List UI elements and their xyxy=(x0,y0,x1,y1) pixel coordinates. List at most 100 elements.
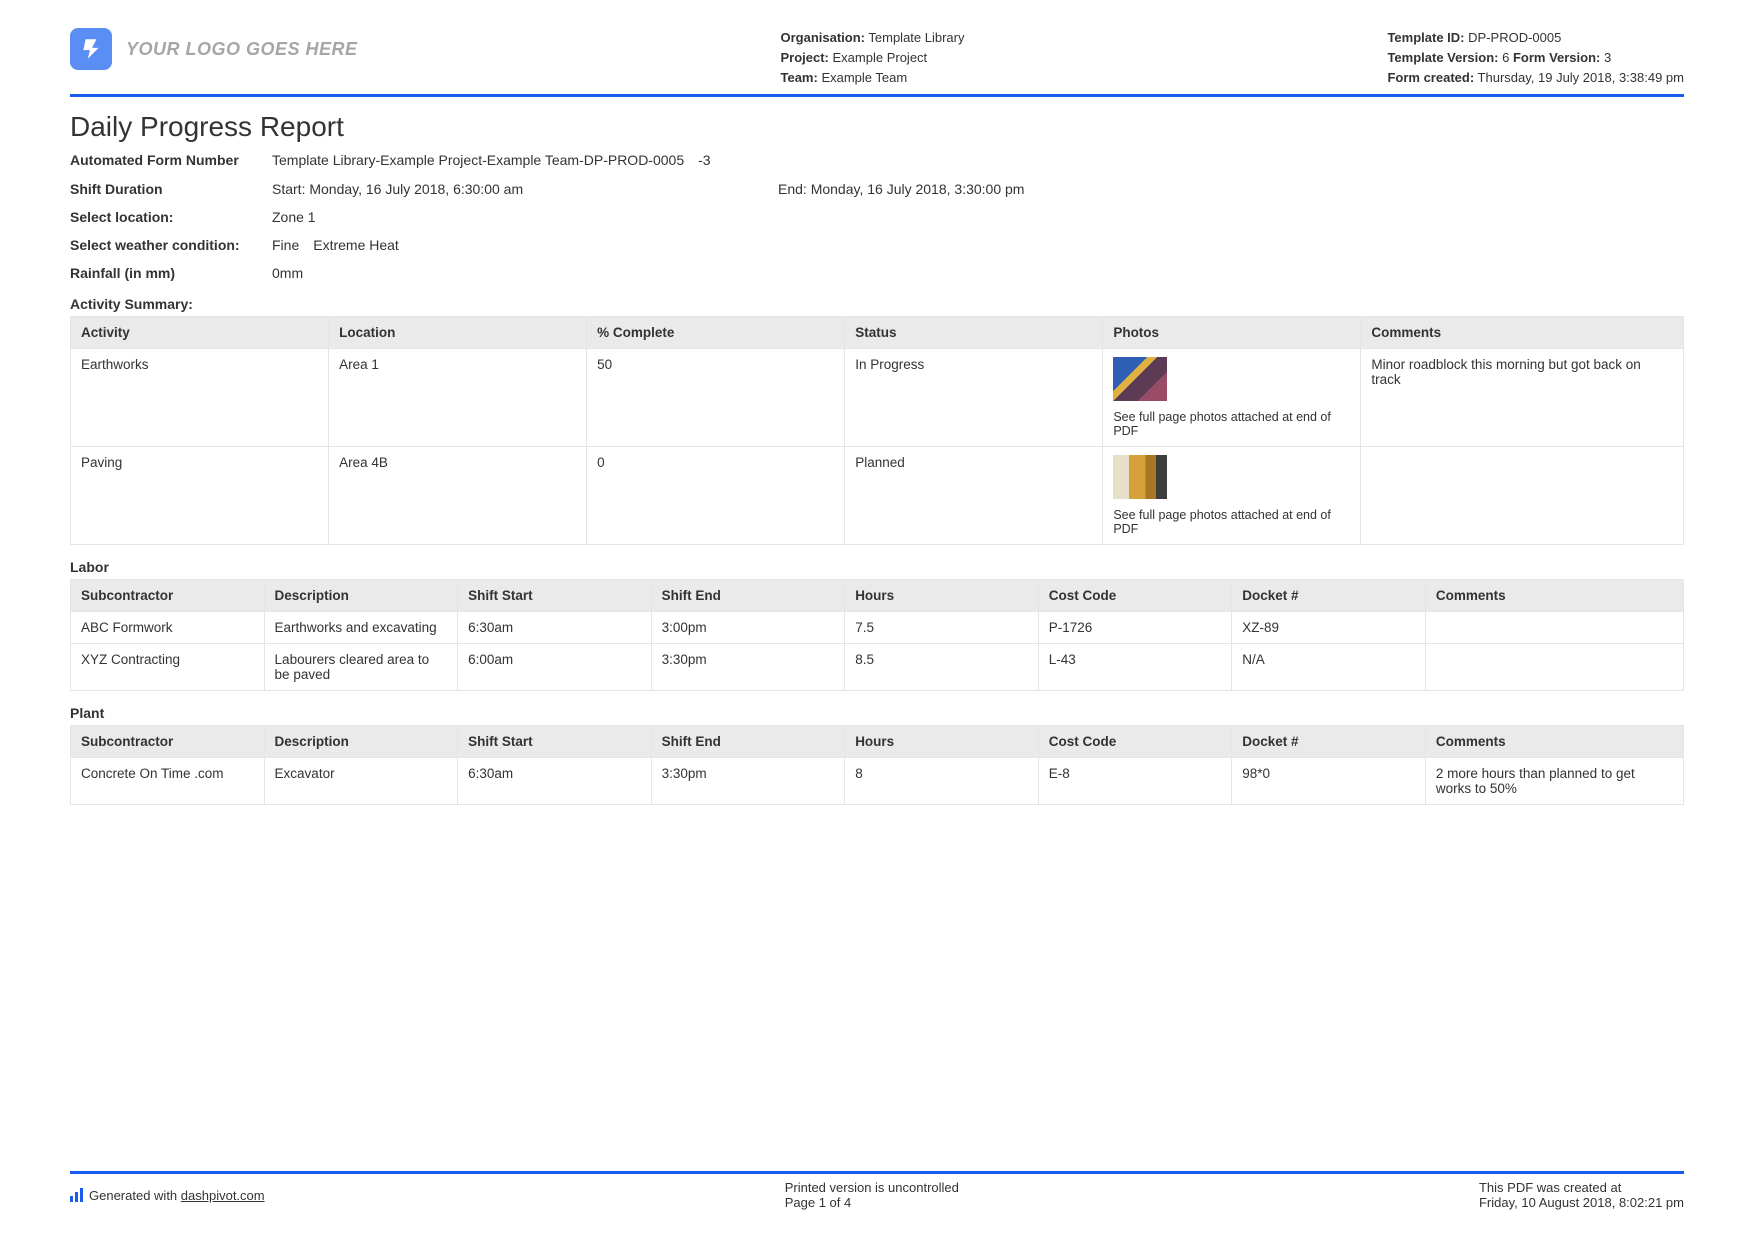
th-hours: Hours xyxy=(845,580,1039,612)
document-footer: Generated with dashpivot.com Printed ver… xyxy=(70,1171,1684,1210)
cell-activity: Earthworks xyxy=(71,349,329,447)
photo-note: See full page photos attached at end of … xyxy=(1113,410,1350,438)
cell-desc: Labourers cleared area to be paved xyxy=(264,644,458,691)
team-value: Example Team xyxy=(821,70,907,85)
labor-table: Subcontractor Description Shift Start Sh… xyxy=(70,579,1684,691)
logo-block: YOUR LOGO GOES HERE xyxy=(70,28,358,70)
field-form-number: Automated Form Number Template Library-E… xyxy=(70,151,1684,169)
cell-desc: Earthworks and excavating xyxy=(264,612,458,644)
th-location: Location xyxy=(329,317,587,349)
th-docket: Docket # xyxy=(1232,726,1426,758)
th-sub: Subcontractor xyxy=(71,726,265,758)
field-rainfall: Rainfall (in mm) 0mm xyxy=(70,264,1684,282)
th-pct: % Complete xyxy=(587,317,845,349)
cell-cost: E-8 xyxy=(1038,758,1232,805)
form-number-value: Template Library-Example Project-Example… xyxy=(272,151,1684,169)
footer-generated: Generated with dashpivot.com xyxy=(70,1180,265,1210)
cell-location: Area 4B xyxy=(329,447,587,545)
table-row: ABC Formwork Earthworks and excavating 6… xyxy=(71,612,1684,644)
cell-end: 3:00pm xyxy=(651,612,845,644)
form-created-value: Thursday, 19 July 2018, 3:38:49 pm xyxy=(1478,70,1684,85)
form-created-label: Form created: xyxy=(1387,70,1474,85)
cell-hours: 7.5 xyxy=(845,612,1039,644)
cell-status: In Progress xyxy=(845,349,1103,447)
footer-center: Printed version is uncontrolled Page 1 o… xyxy=(785,1180,959,1210)
photo-thumbnail-icon xyxy=(1113,357,1167,401)
document-header: YOUR LOGO GOES HERE Organisation: Templa… xyxy=(70,28,1684,97)
field-location: Select location: Zone 1 xyxy=(70,208,1684,226)
team-label: Team: xyxy=(780,70,817,85)
template-version-label: Template Version: xyxy=(1387,50,1498,65)
project-value: Example Project xyxy=(833,50,928,65)
cell-comments xyxy=(1425,644,1683,691)
th-start: Shift Start xyxy=(458,580,652,612)
th-desc: Description xyxy=(264,726,458,758)
cell-end: 3:30pm xyxy=(651,758,845,805)
th-hours: Hours xyxy=(845,726,1039,758)
th-comments: Comments xyxy=(1361,317,1684,349)
cell-hours: 8.5 xyxy=(845,644,1039,691)
org-label: Organisation: xyxy=(780,30,865,45)
footer-created: This PDF was created at Friday, 10 Augus… xyxy=(1479,1180,1684,1210)
weather-value: Fine Extreme Heat xyxy=(272,236,1684,254)
form-version-label: Form Version: xyxy=(1513,50,1600,65)
table-row: XYZ Contracting Labourers cleared area t… xyxy=(71,644,1684,691)
cell-desc: Excavator xyxy=(264,758,458,805)
plant-table: Subcontractor Description Shift Start Sh… xyxy=(70,725,1684,805)
bars-icon xyxy=(70,1188,83,1202)
weather-label: Select weather condition: xyxy=(70,236,272,254)
photo-note: See full page photos attached at end of … xyxy=(1113,508,1350,536)
cell-docket: 98*0 xyxy=(1232,758,1426,805)
photo-thumbnail-icon xyxy=(1113,455,1167,499)
location-value: Zone 1 xyxy=(272,208,1684,226)
cell-photos: See full page photos attached at end of … xyxy=(1103,447,1361,545)
table-row: Paving Area 4B 0 Planned See full page p… xyxy=(71,447,1684,545)
th-comments: Comments xyxy=(1425,726,1683,758)
labor-header-row: Subcontractor Description Shift Start Sh… xyxy=(71,580,1684,612)
meta-center: Organisation: Template Library Project: … xyxy=(780,28,964,88)
location-label: Select location: xyxy=(70,208,272,226)
th-end: Shift End xyxy=(651,580,845,612)
th-docket: Docket # xyxy=(1232,580,1426,612)
field-weather: Select weather condition: Fine Extreme H… xyxy=(70,236,1684,254)
uncontrolled-text: Printed version is uncontrolled xyxy=(785,1180,959,1195)
template-id-label: Template ID: xyxy=(1387,30,1464,45)
project-label: Project: xyxy=(780,50,828,65)
logo-icon xyxy=(70,28,112,70)
cell-hours: 8 xyxy=(845,758,1039,805)
table-row: Earthworks Area 1 50 In Progress See ful… xyxy=(71,349,1684,447)
cell-comments: 2 more hours than planned to get works t… xyxy=(1425,758,1683,805)
cell-docket: N/A xyxy=(1232,644,1426,691)
plant-header-row: Subcontractor Description Shift Start Sh… xyxy=(71,726,1684,758)
activity-section-label: Activity Summary: xyxy=(70,296,1684,312)
generated-prefix: Generated with xyxy=(89,1188,181,1203)
cell-start: 6:00am xyxy=(458,644,652,691)
meta-right: Template ID: DP-PROD-0005 Template Versi… xyxy=(1387,28,1684,88)
table-row: Concrete On Time .com Excavator 6:30am 3… xyxy=(71,758,1684,805)
cell-pct: 50 xyxy=(587,349,845,447)
labor-section-label: Labor xyxy=(70,559,1684,575)
org-value: Template Library xyxy=(868,30,964,45)
shift-end: End: Monday, 16 July 2018, 3:30:00 pm xyxy=(778,180,1024,198)
cell-sub: ABC Formwork xyxy=(71,612,265,644)
th-end: Shift End xyxy=(651,726,845,758)
cell-start: 6:30am xyxy=(458,758,652,805)
cell-photos: See full page photos attached at end of … xyxy=(1103,349,1361,447)
cell-start: 6:30am xyxy=(458,612,652,644)
form-number-label: Automated Form Number xyxy=(70,151,272,169)
th-activity: Activity xyxy=(71,317,329,349)
cell-status: Planned xyxy=(845,447,1103,545)
page-title: Daily Progress Report xyxy=(70,111,1684,143)
activity-table: Activity Location % Complete Status Phot… xyxy=(70,316,1684,545)
cell-sub: XYZ Contracting xyxy=(71,644,265,691)
template-version-value: 6 xyxy=(1502,50,1509,65)
cell-end: 3:30pm xyxy=(651,644,845,691)
cell-docket: XZ-89 xyxy=(1232,612,1426,644)
dashpivot-link[interactable]: dashpivot.com xyxy=(181,1188,265,1203)
cell-comments xyxy=(1361,447,1684,545)
form-version-value: 3 xyxy=(1604,50,1611,65)
created-at-date: Friday, 10 August 2018, 8:02:21 pm xyxy=(1479,1195,1684,1210)
field-shift: Shift Duration Start: Monday, 16 July 20… xyxy=(70,180,1684,198)
th-start: Shift Start xyxy=(458,726,652,758)
cell-cost: L-43 xyxy=(1038,644,1232,691)
